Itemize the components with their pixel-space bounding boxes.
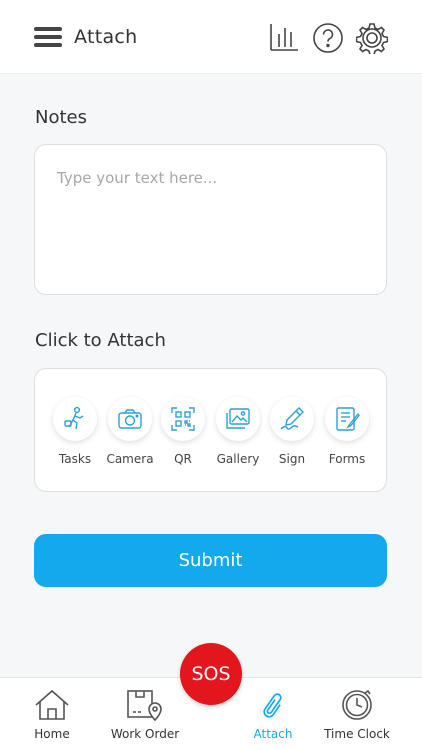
tasks-icon (64, 406, 84, 430)
attach-gallery-button[interactable]: Gallery (208, 397, 268, 466)
home-icon (35, 689, 69, 720)
attach-qr-button[interactable]: QR (153, 397, 213, 466)
attach-tasks-label: Tasks (58, 452, 92, 466)
camera-icon (118, 409, 142, 429)
notes-label: Notes (35, 107, 87, 128)
notes-box (34, 144, 387, 295)
submit-button[interactable]: Submit (34, 534, 387, 587)
attach-sign-button[interactable]: Sign (262, 397, 322, 466)
pen-icon (280, 407, 304, 430)
attach-camera-label: Camera (106, 452, 154, 466)
attach-gallery-label: Gallery (216, 452, 260, 466)
nav-work-order-label: Work Order (110, 727, 180, 741)
attach-label: Click to Attach (35, 330, 166, 351)
attach-forms-label: Forms (328, 452, 366, 466)
gallery-icon (226, 408, 250, 429)
nav-work-order[interactable]: Work Order (100, 688, 190, 741)
attach-sign-label: Sign (278, 452, 306, 466)
nav-time-clock[interactable]: Time Clock (312, 688, 402, 741)
help-icon[interactable] (312, 22, 344, 54)
attach-panel: Tasks Camera QR Gallery Sign Forms (34, 368, 387, 492)
menu-icon[interactable] (34, 27, 62, 49)
nav-attach[interactable]: Attach (228, 688, 318, 741)
bar-chart-icon[interactable] (268, 22, 300, 54)
app-header: Attach (0, 0, 422, 74)
nav-home[interactable]: Home (7, 688, 97, 741)
nav-time-clock-label: Time Clock (324, 727, 390, 741)
attach-qr-label: QR (174, 452, 192, 466)
nav-attach-label: Attach (253, 727, 293, 741)
nav-home-label: Home (34, 727, 70, 741)
forms-icon (336, 407, 360, 431)
paperclip-icon (263, 693, 282, 718)
attach-camera-button[interactable]: Camera (100, 397, 160, 466)
attach-forms-button[interactable]: Forms (317, 397, 377, 466)
qr-code-icon (171, 407, 195, 431)
clock-icon (342, 689, 372, 720)
notes-textarea[interactable] (35, 145, 386, 294)
work-order-icon (127, 690, 162, 722)
sos-button[interactable]: SOS (180, 643, 242, 705)
gear-icon[interactable] (356, 22, 388, 54)
attach-tasks-button[interactable]: Tasks (45, 397, 105, 466)
page-title: Attach (74, 26, 138, 48)
